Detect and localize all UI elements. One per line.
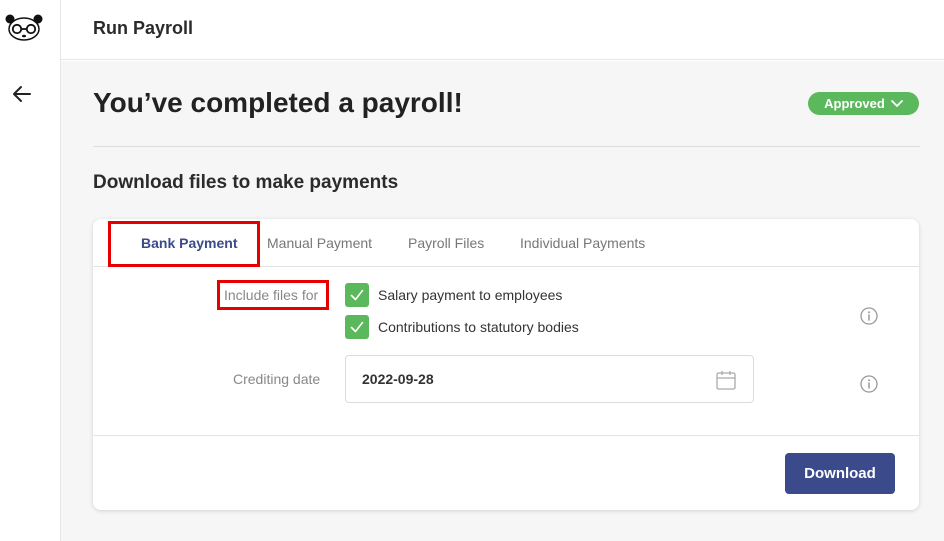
- page-header-title: Run Payroll: [93, 18, 194, 38]
- card-divider: [93, 435, 919, 436]
- download-button[interactable]: Download: [785, 453, 895, 494]
- crediting-date-value: 2022-09-28: [362, 371, 434, 387]
- check-icon: [350, 289, 364, 301]
- highlight-box: [108, 221, 260, 267]
- chevron-down-icon: [890, 99, 903, 107]
- back-arrow-icon[interactable]: [10, 82, 34, 106]
- checkbox-salary-payment[interactable]: Salary payment to employees: [345, 283, 562, 307]
- info-icon[interactable]: [860, 375, 878, 393]
- crediting-date-label: Crediting date: [233, 371, 321, 387]
- check-icon: [350, 321, 364, 333]
- checkbox[interactable]: [345, 283, 369, 307]
- page-title: You’ve completed a payroll!: [93, 87, 463, 118]
- info-icon[interactable]: [860, 307, 878, 325]
- status-badge[interactable]: Approved: [808, 92, 919, 115]
- tab-payroll-files[interactable]: Payroll Files: [408, 235, 484, 251]
- sidebar: [0, 0, 61, 541]
- main-content: You’ve completed a payroll! Approved Dow…: [61, 61, 944, 541]
- calendar-icon[interactable]: [715, 369, 737, 391]
- checkbox-statutory-contributions[interactable]: Contributions to statutory bodies: [345, 315, 579, 339]
- top-bar: Run Payroll: [61, 0, 944, 60]
- tab-manual-payment[interactable]: Manual Payment: [267, 235, 372, 251]
- crediting-date-input[interactable]: 2022-09-28: [345, 355, 754, 403]
- section-divider: [93, 146, 920, 147]
- checkbox-label: Salary payment to employees: [378, 287, 563, 303]
- section-heading: Download files to make payments: [93, 172, 399, 193]
- tab-individual-payments[interactable]: Individual Payments: [520, 235, 645, 251]
- payment-card: Bank Payment Manual Payment Payroll File…: [93, 219, 919, 510]
- status-badge-label: Approved: [824, 96, 885, 111]
- checkbox[interactable]: [345, 315, 369, 339]
- payment-tabs: Bank Payment Manual Payment Payroll File…: [93, 219, 919, 267]
- panda-logo-icon[interactable]: [4, 14, 46, 42]
- highlight-box: [217, 280, 329, 310]
- checkbox-label: Contributions to statutory bodies: [378, 319, 579, 335]
